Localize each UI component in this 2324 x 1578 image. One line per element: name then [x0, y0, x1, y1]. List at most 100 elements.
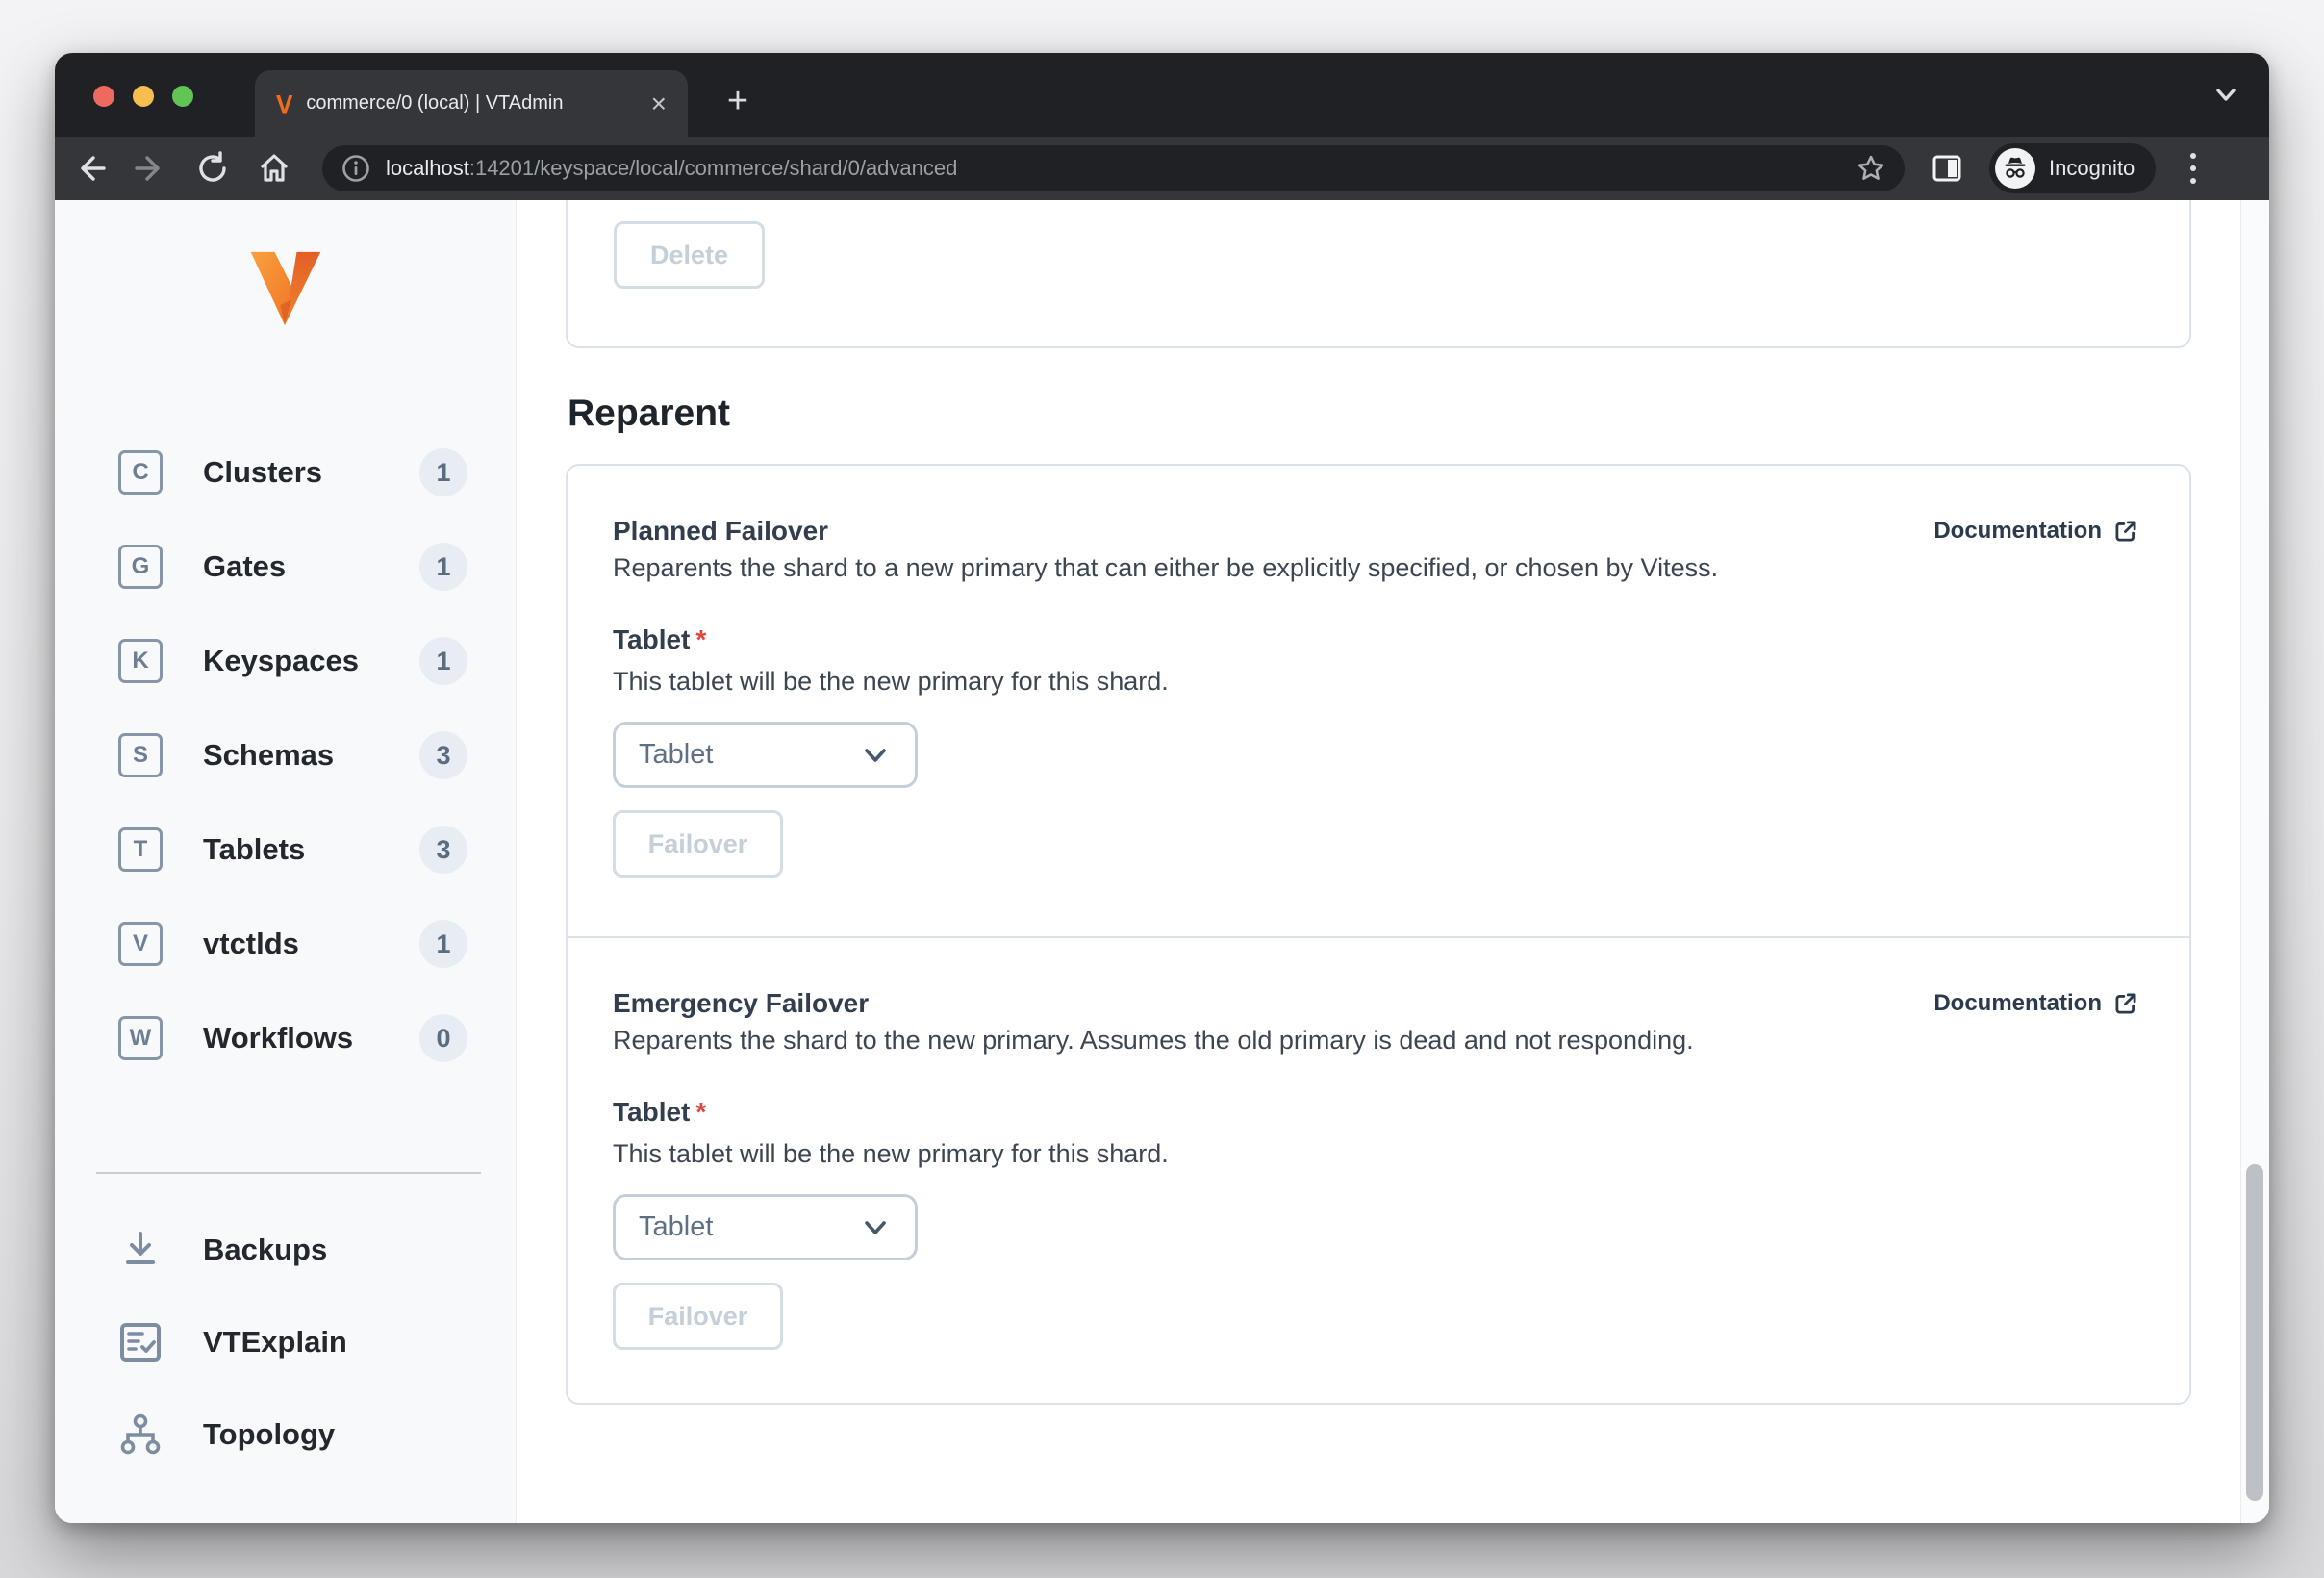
section-description: Reparents the shard to the new primary. …: [613, 1026, 1694, 1055]
count-badge: 3: [419, 826, 467, 874]
documentation-label: Documentation: [1933, 990, 2102, 1016]
sidebar-item-schemas[interactable]: S Schemas 3: [55, 708, 516, 802]
emergency-failover-button[interactable]: Failover: [613, 1283, 783, 1350]
page-info-icon[interactable]: [341, 154, 370, 183]
sidebar-item-topology[interactable]: Topology: [55, 1388, 516, 1481]
home-icon[interactable]: [247, 141, 301, 195]
planned-failover-button[interactable]: Failover: [613, 810, 783, 878]
tablet-select-value: Tablet: [639, 739, 714, 770]
toolbar-right: Incognito: [1930, 143, 2206, 193]
reparent-card: Planned Failover Documentation Reparents…: [566, 464, 2191, 1405]
sidebar-tools: Backups VTExplain Topology: [55, 1204, 516, 1481]
browser-tab[interactable]: V commerce/0 (local) | VTAdmin ×: [255, 70, 688, 137]
browser-window: V commerce/0 (local) | VTAdmin × + local…: [55, 53, 2269, 1523]
sidebar-item-vtctlds[interactable]: V vtctlds 1: [55, 897, 516, 991]
tablet-field-help: This tablet will be the new primary for …: [613, 667, 1169, 696]
section-title: Planned Failover: [613, 516, 829, 546]
incognito-label: Incognito: [2049, 156, 2135, 180]
tablet-select[interactable]: Tablet: [613, 1194, 918, 1260]
sidebar-item-gates[interactable]: G Gates 1: [55, 520, 516, 614]
count-badge: 1: [419, 448, 467, 496]
topology-icon: [118, 1413, 163, 1456]
page-scrollbar[interactable]: [2240, 200, 2269, 1523]
sidebar-item-workflows[interactable]: W Workflows 0: [55, 991, 516, 1085]
sidebar-item-tablets[interactable]: T Tablets 3: [55, 802, 516, 897]
zoom-window-button[interactable]: [172, 86, 193, 107]
scrollbar-thumb[interactable]: [2246, 1164, 2263, 1501]
sidebar-divider: [96, 1172, 481, 1174]
minimize-window-button[interactable]: [133, 86, 154, 107]
sidebar-item-keyspaces[interactable]: K Keyspaces 1: [55, 614, 516, 708]
sidebar-item-label: VTExplain: [203, 1325, 347, 1359]
tablets-icon: T: [118, 827, 163, 872]
sidebar-item-label: vtctlds: [203, 927, 299, 960]
back-icon[interactable]: [63, 141, 116, 195]
tablet-field-label: Tablet *: [613, 1097, 707, 1127]
close-window-button[interactable]: [93, 86, 114, 107]
previous-section-card: Delete: [566, 200, 2191, 348]
vtexplain-icon: [118, 1322, 163, 1362]
side-panel-icon[interactable]: [1930, 151, 1964, 186]
sidebar-item-backups[interactable]: Backups: [55, 1204, 516, 1296]
browser-toolbar: localhost:14201/keyspace/local/commerce/…: [55, 137, 2269, 200]
section-title: Emergency Failover: [613, 988, 870, 1018]
reload-icon[interactable]: [186, 141, 240, 195]
count-badge: 1: [419, 637, 467, 685]
sidebar-item-label: Topology: [203, 1417, 336, 1451]
browser-menu-icon[interactable]: [2181, 153, 2206, 184]
external-link-icon: [2113, 519, 2138, 544]
sidebar-item-label: Keyspaces: [203, 644, 360, 677]
sidebar-item-label: Backups: [203, 1233, 328, 1266]
sidebar-nav: C Clusters 1 G Gates 1 K Keyspaces 1 S S…: [55, 425, 516, 1085]
page-title: Reparent: [568, 393, 731, 434]
documentation-label: Documentation: [1933, 518, 2102, 544]
url-bar[interactable]: localhost:14201/keyspace/local/commerce/…: [322, 145, 1905, 191]
count-badge: 0: [419, 1014, 467, 1062]
vitess-logo-icon[interactable]: [55, 248, 517, 329]
planned-failover-section: Planned Failover Documentation Reparents…: [568, 466, 2189, 936]
new-tab-button[interactable]: +: [717, 80, 759, 122]
section-description: Reparents the shard to a new primary tha…: [613, 553, 1719, 582]
bookmark-star-icon[interactable]: [1855, 152, 1887, 185]
schemas-icon: S: [118, 733, 163, 777]
tablet-select[interactable]: Tablet: [613, 722, 918, 788]
external-link-icon: [2113, 991, 2138, 1016]
delete-button[interactable]: Delete: [614, 221, 765, 289]
main-panel: Delete Reparent Planned Failover Documen…: [517, 200, 2240, 1523]
sidebar-item-label: Workflows: [203, 1021, 354, 1055]
tab-strip: V commerce/0 (local) | VTAdmin × +: [55, 53, 2269, 137]
workflows-icon: W: [118, 1016, 163, 1060]
sidebar-item-label: Gates: [203, 549, 287, 583]
chevron-down-icon: [861, 1218, 890, 1237]
count-badge: 3: [419, 731, 467, 779]
window-controls: [93, 86, 193, 107]
sidebar-item-vtexplain[interactable]: VTExplain: [55, 1296, 516, 1388]
gates-icon: G: [118, 545, 163, 589]
url-text: localhost:14201/keyspace/local/commerce/…: [386, 156, 958, 180]
required-asterisk: *: [695, 624, 707, 654]
documentation-link[interactable]: Documentation: [1933, 985, 2138, 1022]
profile-badge[interactable]: Incognito: [1989, 143, 2157, 193]
documentation-link[interactable]: Documentation: [1933, 513, 2138, 549]
close-tab-icon[interactable]: ×: [647, 89, 670, 117]
desktop: V commerce/0 (local) | VTAdmin × + local…: [0, 0, 2324, 1578]
required-asterisk: *: [695, 1097, 707, 1127]
tab-title: commerce/0 (local) | VTAdmin: [306, 92, 564, 114]
sidebar-item-clusters[interactable]: C Clusters 1: [55, 425, 516, 520]
vitess-favicon-icon: V: [276, 89, 293, 118]
sidebar-item-label: Clusters: [203, 455, 323, 489]
tablet-select-value: Tablet: [639, 1211, 714, 1242]
incognito-icon: [1995, 148, 2035, 189]
page-content: C Clusters 1 G Gates 1 K Keyspaces 1 S S…: [55, 200, 2269, 1523]
forward-icon[interactable]: [124, 141, 178, 195]
tablet-field-help: This tablet will be the new primary for …: [613, 1139, 1169, 1168]
sidebar-item-label: Schemas: [203, 738, 335, 772]
clusters-icon: C: [118, 450, 163, 495]
tab-search-chevron-icon[interactable]: [2210, 84, 2242, 107]
count-badge: 1: [419, 920, 467, 968]
sidebar: C Clusters 1 G Gates 1 K Keyspaces 1 S S…: [55, 200, 517, 1523]
sidebar-item-label: Tablets: [203, 832, 306, 866]
emergency-failover-section: Emergency Failover Documentation Reparen…: [568, 936, 2189, 1407]
tablet-field-label: Tablet *: [613, 624, 707, 654]
keyspaces-icon: K: [118, 639, 163, 683]
